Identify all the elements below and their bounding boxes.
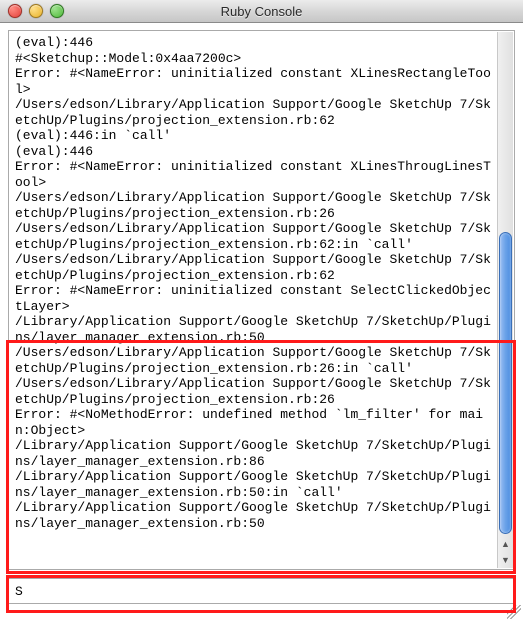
window-titlebar: Ruby Console [0, 0, 523, 23]
console-output-pane: (eval):446 #<Sketchup::Model:0x4aa7200c>… [8, 30, 515, 570]
console-input[interactable] [8, 578, 515, 604]
resize-handle-icon[interactable] [507, 605, 521, 619]
scroll-down-icon[interactable]: ▼ [498, 552, 513, 568]
ruby-console-window: Ruby Console (eval):446 #<Sketchup::Mode… [0, 0, 523, 621]
scrollbar-thumb[interactable] [499, 232, 512, 534]
console-input-row [8, 578, 515, 606]
close-icon[interactable] [8, 4, 22, 18]
console-output-text: (eval):446 #<Sketchup::Model:0x4aa7200c>… [15, 35, 508, 531]
window-body: (eval):446 #<Sketchup::Model:0x4aa7200c>… [0, 22, 523, 621]
window-title: Ruby Console [221, 4, 303, 19]
output-scrollbar[interactable]: ▲ ▼ [497, 32, 513, 568]
minimize-icon[interactable] [29, 4, 43, 18]
window-controls [8, 4, 64, 18]
zoom-icon[interactable] [50, 4, 64, 18]
scroll-up-icon[interactable]: ▲ [498, 536, 513, 552]
